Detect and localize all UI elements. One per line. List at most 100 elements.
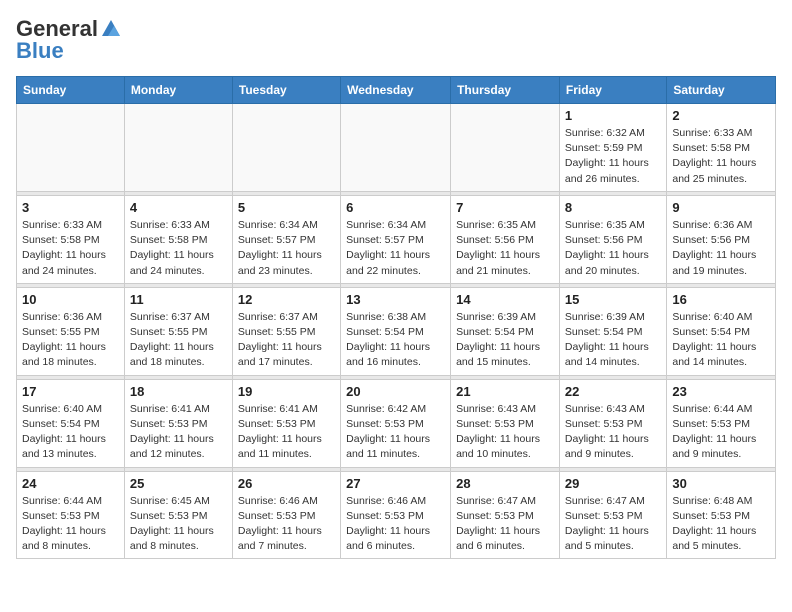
weekday-header-tuesday: Tuesday	[232, 77, 340, 104]
day-number: 21	[456, 384, 554, 399]
day-info: Sunrise: 6:33 AM Sunset: 5:58 PM Dayligh…	[130, 218, 227, 279]
day-info: Sunrise: 6:36 AM Sunset: 5:55 PM Dayligh…	[22, 310, 119, 371]
calendar-cell: 21Sunrise: 6:43 AM Sunset: 5:53 PM Dayli…	[451, 379, 560, 467]
day-info: Sunrise: 6:37 AM Sunset: 5:55 PM Dayligh…	[130, 310, 227, 371]
day-number: 17	[22, 384, 119, 399]
calendar-cell: 7 Sunrise: 6:35 AM Sunset: 5:56 PM Daylig…	[451, 195, 560, 283]
calendar-cell: 4 Sunrise: 6:33 AM Sunset: 5:58 PM Daylig…	[124, 195, 232, 283]
calendar-cell: 22Sunrise: 6:43 AM Sunset: 5:53 PM Dayli…	[559, 379, 666, 467]
calendar-cell: 5 Sunrise: 6:34 AM Sunset: 5:57 PM Daylig…	[232, 195, 340, 283]
calendar-cell: 6 Sunrise: 6:34 AM Sunset: 5:57 PM Daylig…	[341, 195, 451, 283]
calendar-header-row: SundayMondayTuesdayWednesdayThursdayFrid…	[17, 77, 776, 104]
day-number: 8	[565, 200, 661, 215]
calendar-cell	[124, 104, 232, 192]
day-info: Sunrise: 6:33 AM Sunset: 5:58 PM Dayligh…	[22, 218, 119, 279]
day-number: 29	[565, 476, 661, 491]
logo-blue-text: Blue	[16, 38, 64, 64]
calendar-cell: 16 Sunrise: 6:40 AM Sunset: 5:54 PM Dayli…	[667, 287, 776, 375]
calendar-cell	[232, 104, 340, 192]
calendar-cell: 26Sunrise: 6:46 AM Sunset: 5:53 PM Dayli…	[232, 471, 340, 559]
logo: General Blue	[16, 16, 122, 64]
day-info: Sunrise: 6:39 AM Sunset: 5:54 PM Dayligh…	[565, 310, 661, 371]
calendar: SundayMondayTuesdayWednesdayThursdayFrid…	[16, 76, 776, 559]
day-info: Sunrise: 6:44 AM Sunset: 5:53 PM Dayligh…	[22, 494, 119, 555]
day-info: Sunrise: 6:32 AM Sunset: 5:59 PM Dayligh…	[565, 126, 661, 187]
day-number: 2	[672, 108, 770, 123]
calendar-cell: 2 Sunrise: 6:33 AM Sunset: 5:58 PM Daylig…	[667, 104, 776, 192]
calendar-week-4: 17Sunrise: 6:40 AM Sunset: 5:54 PM Dayli…	[17, 379, 776, 467]
calendar-cell: 24 Sunrise: 6:44 AM Sunset: 5:53 PM Dayli…	[17, 471, 125, 559]
day-info: Sunrise: 6:47 AM Sunset: 5:53 PM Dayligh…	[565, 494, 661, 555]
calendar-cell: 18Sunrise: 6:41 AM Sunset: 5:53 PM Dayli…	[124, 379, 232, 467]
day-info: Sunrise: 6:36 AM Sunset: 5:56 PM Dayligh…	[672, 218, 770, 279]
weekday-header-monday: Monday	[124, 77, 232, 104]
calendar-cell: 25 Sunrise: 6:45 AM Sunset: 5:53 PM Dayli…	[124, 471, 232, 559]
calendar-week-2: 3 Sunrise: 6:33 AM Sunset: 5:58 PM Daylig…	[17, 195, 776, 283]
day-info: Sunrise: 6:38 AM Sunset: 5:54 PM Dayligh…	[346, 310, 445, 371]
day-info: Sunrise: 6:39 AM Sunset: 5:54 PM Dayligh…	[456, 310, 554, 371]
day-number: 10	[22, 292, 119, 307]
day-number: 26	[238, 476, 335, 491]
calendar-cell: 23Sunrise: 6:44 AM Sunset: 5:53 PM Dayli…	[667, 379, 776, 467]
day-info: Sunrise: 6:42 AM Sunset: 5:53 PM Dayligh…	[346, 402, 445, 463]
calendar-cell: 1Sunrise: 6:32 AM Sunset: 5:59 PM Daylig…	[559, 104, 666, 192]
day-number: 6	[346, 200, 445, 215]
day-number: 18	[130, 384, 227, 399]
day-info: Sunrise: 6:45 AM Sunset: 5:53 PM Dayligh…	[130, 494, 227, 555]
calendar-cell: 12 Sunrise: 6:37 AM Sunset: 5:55 PM Dayli…	[232, 287, 340, 375]
calendar-cell: 20 Sunrise: 6:42 AM Sunset: 5:53 PM Dayli…	[341, 379, 451, 467]
calendar-cell: 19 Sunrise: 6:41 AM Sunset: 5:53 PM Dayli…	[232, 379, 340, 467]
day-info: Sunrise: 6:46 AM Sunset: 5:53 PM Dayligh…	[346, 494, 445, 555]
calendar-cell: 11Sunrise: 6:37 AM Sunset: 5:55 PM Dayli…	[124, 287, 232, 375]
calendar-cell: 28Sunrise: 6:47 AM Sunset: 5:53 PM Dayli…	[451, 471, 560, 559]
calendar-cell	[17, 104, 125, 192]
day-number: 5	[238, 200, 335, 215]
calendar-week-1: 1Sunrise: 6:32 AM Sunset: 5:59 PM Daylig…	[17, 104, 776, 192]
calendar-cell: 17Sunrise: 6:40 AM Sunset: 5:54 PM Dayli…	[17, 379, 125, 467]
calendar-cell: 3 Sunrise: 6:33 AM Sunset: 5:58 PM Daylig…	[17, 195, 125, 283]
calendar-cell	[341, 104, 451, 192]
calendar-cell: 14 Sunrise: 6:39 AM Sunset: 5:54 PM Dayli…	[451, 287, 560, 375]
day-info: Sunrise: 6:37 AM Sunset: 5:55 PM Dayligh…	[238, 310, 335, 371]
logo-icon	[100, 18, 122, 40]
day-number: 7	[456, 200, 554, 215]
day-number: 4	[130, 200, 227, 215]
day-number: 16	[672, 292, 770, 307]
calendar-week-5: 24 Sunrise: 6:44 AM Sunset: 5:53 PM Dayli…	[17, 471, 776, 559]
calendar-cell: 30Sunrise: 6:48 AM Sunset: 5:53 PM Dayli…	[667, 471, 776, 559]
calendar-cell: 9 Sunrise: 6:36 AM Sunset: 5:56 PM Daylig…	[667, 195, 776, 283]
day-info: Sunrise: 6:33 AM Sunset: 5:58 PM Dayligh…	[672, 126, 770, 187]
weekday-header-thursday: Thursday	[451, 77, 560, 104]
day-number: 24	[22, 476, 119, 491]
day-number: 20	[346, 384, 445, 399]
calendar-cell	[451, 104, 560, 192]
weekday-header-sunday: Sunday	[17, 77, 125, 104]
day-info: Sunrise: 6:34 AM Sunset: 5:57 PM Dayligh…	[346, 218, 445, 279]
day-info: Sunrise: 6:48 AM Sunset: 5:53 PM Dayligh…	[672, 494, 770, 555]
day-info: Sunrise: 6:34 AM Sunset: 5:57 PM Dayligh…	[238, 218, 335, 279]
calendar-cell: 29 Sunrise: 6:47 AM Sunset: 5:53 PM Dayli…	[559, 471, 666, 559]
calendar-cell: 27 Sunrise: 6:46 AM Sunset: 5:53 PM Dayli…	[341, 471, 451, 559]
day-info: Sunrise: 6:41 AM Sunset: 5:53 PM Dayligh…	[238, 402, 335, 463]
day-info: Sunrise: 6:35 AM Sunset: 5:56 PM Dayligh…	[456, 218, 554, 279]
day-number: 13	[346, 292, 445, 307]
calendar-cell: 10 Sunrise: 6:36 AM Sunset: 5:55 PM Dayli…	[17, 287, 125, 375]
calendar-week-3: 10 Sunrise: 6:36 AM Sunset: 5:55 PM Dayli…	[17, 287, 776, 375]
day-number: 22	[565, 384, 661, 399]
header: General Blue	[16, 16, 776, 64]
day-info: Sunrise: 6:44 AM Sunset: 5:53 PM Dayligh…	[672, 402, 770, 463]
day-number: 3	[22, 200, 119, 215]
day-number: 27	[346, 476, 445, 491]
day-number: 9	[672, 200, 770, 215]
day-number: 14	[456, 292, 554, 307]
day-number: 25	[130, 476, 227, 491]
day-number: 12	[238, 292, 335, 307]
weekday-header-saturday: Saturday	[667, 77, 776, 104]
calendar-cell: 8Sunrise: 6:35 AM Sunset: 5:56 PM Daylig…	[559, 195, 666, 283]
day-number: 19	[238, 384, 335, 399]
weekday-header-friday: Friday	[559, 77, 666, 104]
calendar-cell: 15Sunrise: 6:39 AM Sunset: 5:54 PM Dayli…	[559, 287, 666, 375]
day-info: Sunrise: 6:40 AM Sunset: 5:54 PM Dayligh…	[672, 310, 770, 371]
day-info: Sunrise: 6:47 AM Sunset: 5:53 PM Dayligh…	[456, 494, 554, 555]
weekday-header-wednesday: Wednesday	[341, 77, 451, 104]
